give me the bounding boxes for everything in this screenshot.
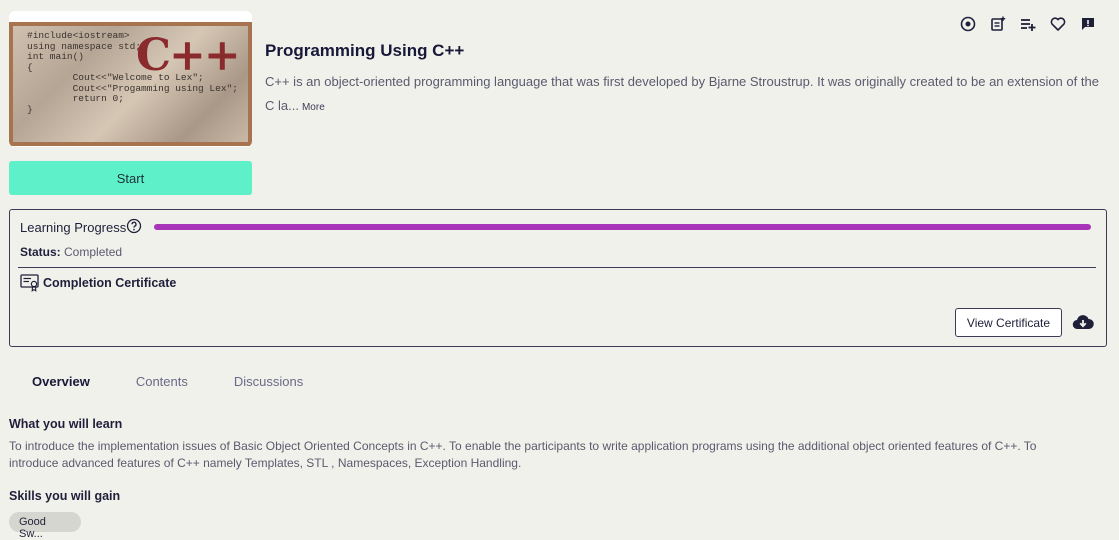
add-to-playlist-icon[interactable] — [1019, 15, 1037, 33]
course-title: Programming Using C++ — [265, 41, 465, 60]
view-certificate-button[interactable]: View Certificate — [955, 308, 1062, 337]
feedback-icon[interactable] — [1079, 15, 1097, 33]
divider — [18, 267, 1096, 268]
learning-progress-bar — [154, 224, 1091, 230]
start-button[interactable]: Start — [9, 161, 252, 195]
completion-certificate-label: Completion Certificate — [43, 276, 177, 290]
certificate-icon — [20, 274, 40, 297]
add-note-icon[interactable] — [989, 15, 1007, 33]
tab-overview[interactable]: Overview — [9, 364, 113, 398]
action-toolbar — [959, 15, 1097, 33]
tab-discussions[interactable]: Discussions — [211, 364, 326, 398]
course-description: C++ is an object-oriented programming la… — [265, 70, 1100, 120]
thumbnail-logo: C++ — [136, 30, 241, 81]
course-thumbnail: #include<iostream> using namespace std; … — [9, 22, 252, 146]
course-thumbnail-card: #include<iostream> using namespace std; … — [9, 11, 252, 147]
what-you-will-learn-heading: What you will learn — [9, 417, 123, 431]
status-line: Status: Completed — [20, 245, 122, 259]
status-value: Completed — [64, 245, 123, 259]
help-icon[interactable] — [126, 218, 142, 239]
target-icon[interactable] — [959, 15, 977, 33]
heart-icon[interactable] — [1049, 15, 1067, 33]
more-link[interactable]: More — [302, 102, 325, 113]
learning-progress-panel: Learning Progress Status: Completed Comp… — [9, 209, 1107, 347]
tab-contents[interactable]: Contents — [113, 364, 211, 398]
skills-heading: Skills you will gain — [9, 489, 121, 503]
what-you-will-learn-text: To introduce the implementation issues o… — [9, 439, 1037, 470]
cloud-download-icon[interactable] — [1072, 314, 1094, 335]
status-label: Status: — [20, 245, 61, 259]
course-tabs: Overview Contents Discussions — [9, 364, 326, 398]
learning-progress-label: Learning Progress — [20, 220, 127, 235]
course-description-text: C++ is an object-oriented programming la… — [265, 74, 1099, 113]
skill-chip[interactable]: Good Sw... — [9, 512, 81, 540]
